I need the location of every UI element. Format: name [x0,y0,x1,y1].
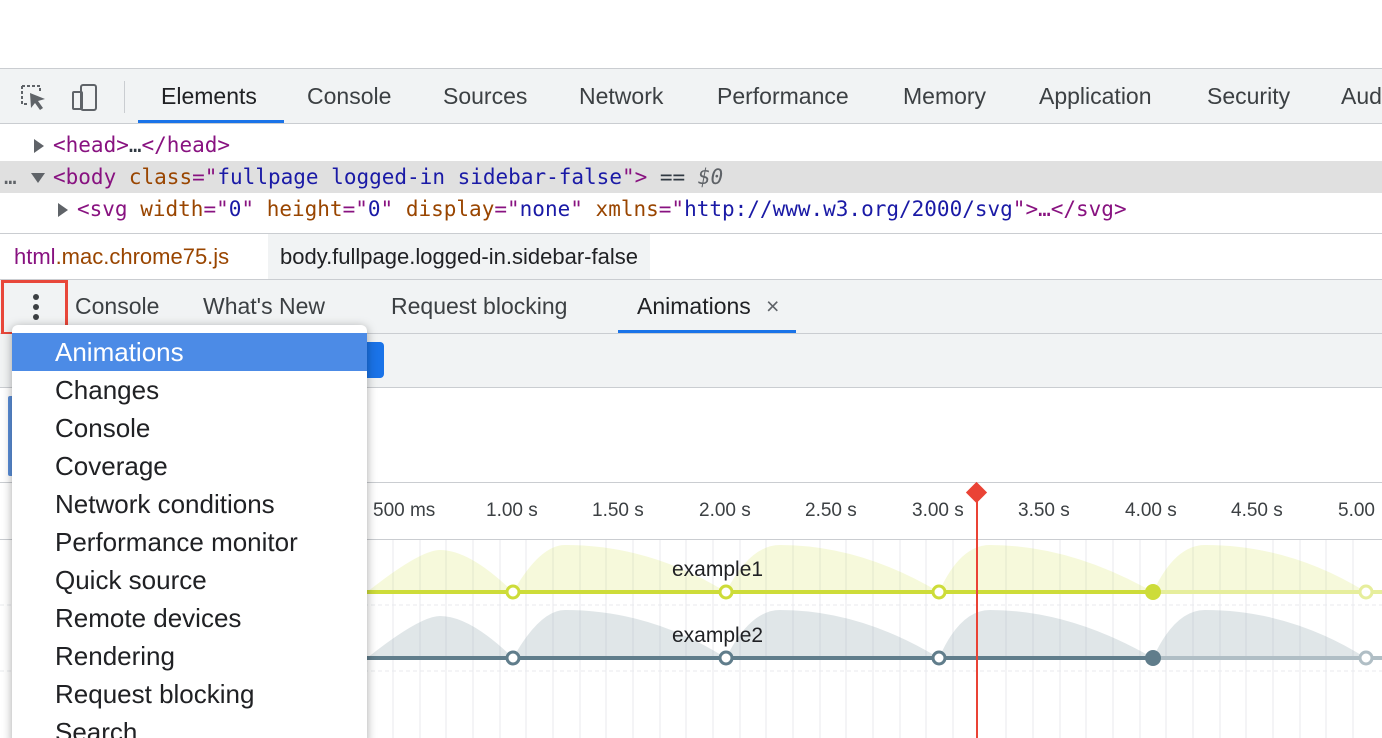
drawer-active-indicator [618,330,796,333]
body-attr-name: class [128,165,193,189]
ruler-label: 2.50 s [805,500,857,521]
menu-item-remote-devices[interactable]: Remote devices [12,599,367,637]
svg-attr-value: none [519,197,571,221]
svg-attr-value: http://www.w3.org/2000/svg [684,197,1013,221]
menu-item-changes[interactable]: Changes [12,371,367,409]
body-open-tag: <body [53,165,117,189]
body-tag-close: "> [621,165,648,189]
breadcrumb-html-tag: html [14,244,56,269]
page-viewport-area [0,0,1382,69]
head-open-tag: <head> [53,133,129,157]
svg-attr-name: xmlns [595,197,659,221]
console-ref: $0 [697,165,724,189]
inspect-element-icon[interactable] [18,82,48,112]
tab-performance[interactable]: Performance [717,69,849,124]
node-actions-dots[interactable]: … [4,161,17,193]
keyframe-marker[interactable] [1358,584,1374,600]
tab-audits[interactable]: Aud [1341,69,1382,124]
keyframe-marker-end[interactable] [1145,584,1161,600]
svg-attr-value: 0 [367,197,381,221]
timeline-playhead[interactable] [976,496,978,738]
menu-item-coverage[interactable]: Coverage [12,447,367,485]
svg-tail: ">…</svg> [1012,197,1127,221]
keyframe-marker-end[interactable] [1145,650,1161,666]
ruler-label: 500 ms [373,500,436,521]
keyframe-marker[interactable] [931,650,947,666]
breadcrumb-html[interactable]: html.mac.chrome75.js [14,234,229,279]
tab-sources[interactable]: Sources [443,69,527,124]
collapse-triangle-icon[interactable] [31,173,45,183]
animation-name-example2: example2 [672,624,764,647]
tab-network[interactable]: Network [579,69,663,124]
tab-console[interactable]: Console [307,69,391,124]
keyframe-marker[interactable] [931,584,947,600]
keyframe-marker[interactable] [718,650,734,666]
expand-triangle-icon[interactable] [58,203,68,217]
breadcrumb-html-classes: .mac.chrome75.js [55,244,230,269]
example1-curves [367,545,1366,592]
ruler-label: 3.00 s [912,500,964,521]
menu-item-search[interactable]: Search [12,713,367,738]
keyframe-marker[interactable] [505,650,521,666]
example2-curves [367,610,1366,658]
tab-security[interactable]: Security [1207,69,1290,124]
svg-attr-name: height [266,197,343,221]
body-attr-value: fullpage logged-in sidebar-false [217,165,622,189]
close-tab-icon[interactable]: × [766,280,779,333]
device-toggle-icon[interactable] [70,82,100,112]
svg-open-tag: <svg [77,197,128,221]
dom-node-body[interactable]: … <body class="fullpage logged-in sideba… [0,161,1382,193]
tab-elements[interactable]: Elements [161,69,257,124]
ruler-label: 4.00 s [1125,500,1177,521]
ruler-label: 1.00 s [486,500,538,521]
body-attr-eq: =" [192,165,218,189]
drawer-tab-request-blocking[interactable]: Request blocking [391,280,567,333]
menu-item-animations[interactable]: Animations [12,333,367,371]
dom-node-head[interactable]: <head>…</head> [0,129,1382,161]
keyframe-marker[interactable] [1358,650,1374,666]
menu-item-request-blocking[interactable]: Request blocking [12,675,367,713]
ruler-label: 2.00 s [699,500,751,521]
breadcrumb: html.mac.chrome75.js body.fullpage.logge… [0,233,1382,280]
svg-attr-name: display [405,197,495,221]
head-ellipsis: … [128,133,142,157]
ruler-label: 3.50 s [1018,500,1070,521]
dom-node-svg[interactable]: <svg width="0" height="0" display="none"… [0,193,1382,225]
tab-memory[interactable]: Memory [903,69,986,124]
more-tools-menu: Animations Changes Console Coverage Netw… [12,325,367,738]
svg-attr-name: width [140,197,204,221]
expand-triangle-icon[interactable] [34,139,44,153]
dom-tree: <head>…</head> … <body class="fullpage l… [0,125,1382,233]
menu-item-network-conditions[interactable]: Network conditions [12,485,367,523]
head-close-tag: </head> [141,133,231,157]
ruler-label: 4.50 s [1231,500,1283,521]
active-tab-indicator [138,120,284,123]
devtools-main-toolbar: Elements Console Sources Network Perform… [0,69,1382,124]
menu-item-console[interactable]: Console [12,409,367,447]
selected-marker: == [647,165,698,189]
ruler-label: 5.00 [1338,500,1375,521]
keyframe-marker[interactable] [718,584,734,600]
menu-item-quick-source[interactable]: Quick source [12,561,367,599]
menu-item-performance-monitor[interactable]: Performance monitor [12,523,367,561]
svg-attr-value: 0 [228,197,242,221]
ruler-label: 1.50 s [592,500,644,521]
toolbar-separator [124,81,125,113]
drawer-tab-animations[interactable]: Animations [637,280,751,333]
tab-application[interactable]: Application [1039,69,1152,124]
breadcrumb-body[interactable]: body.fullpage.logged-in.sidebar-false [268,234,650,279]
animation-name-example1: example1 [672,558,764,581]
menu-item-rendering[interactable]: Rendering [12,637,367,675]
keyframe-marker[interactable] [505,584,521,600]
